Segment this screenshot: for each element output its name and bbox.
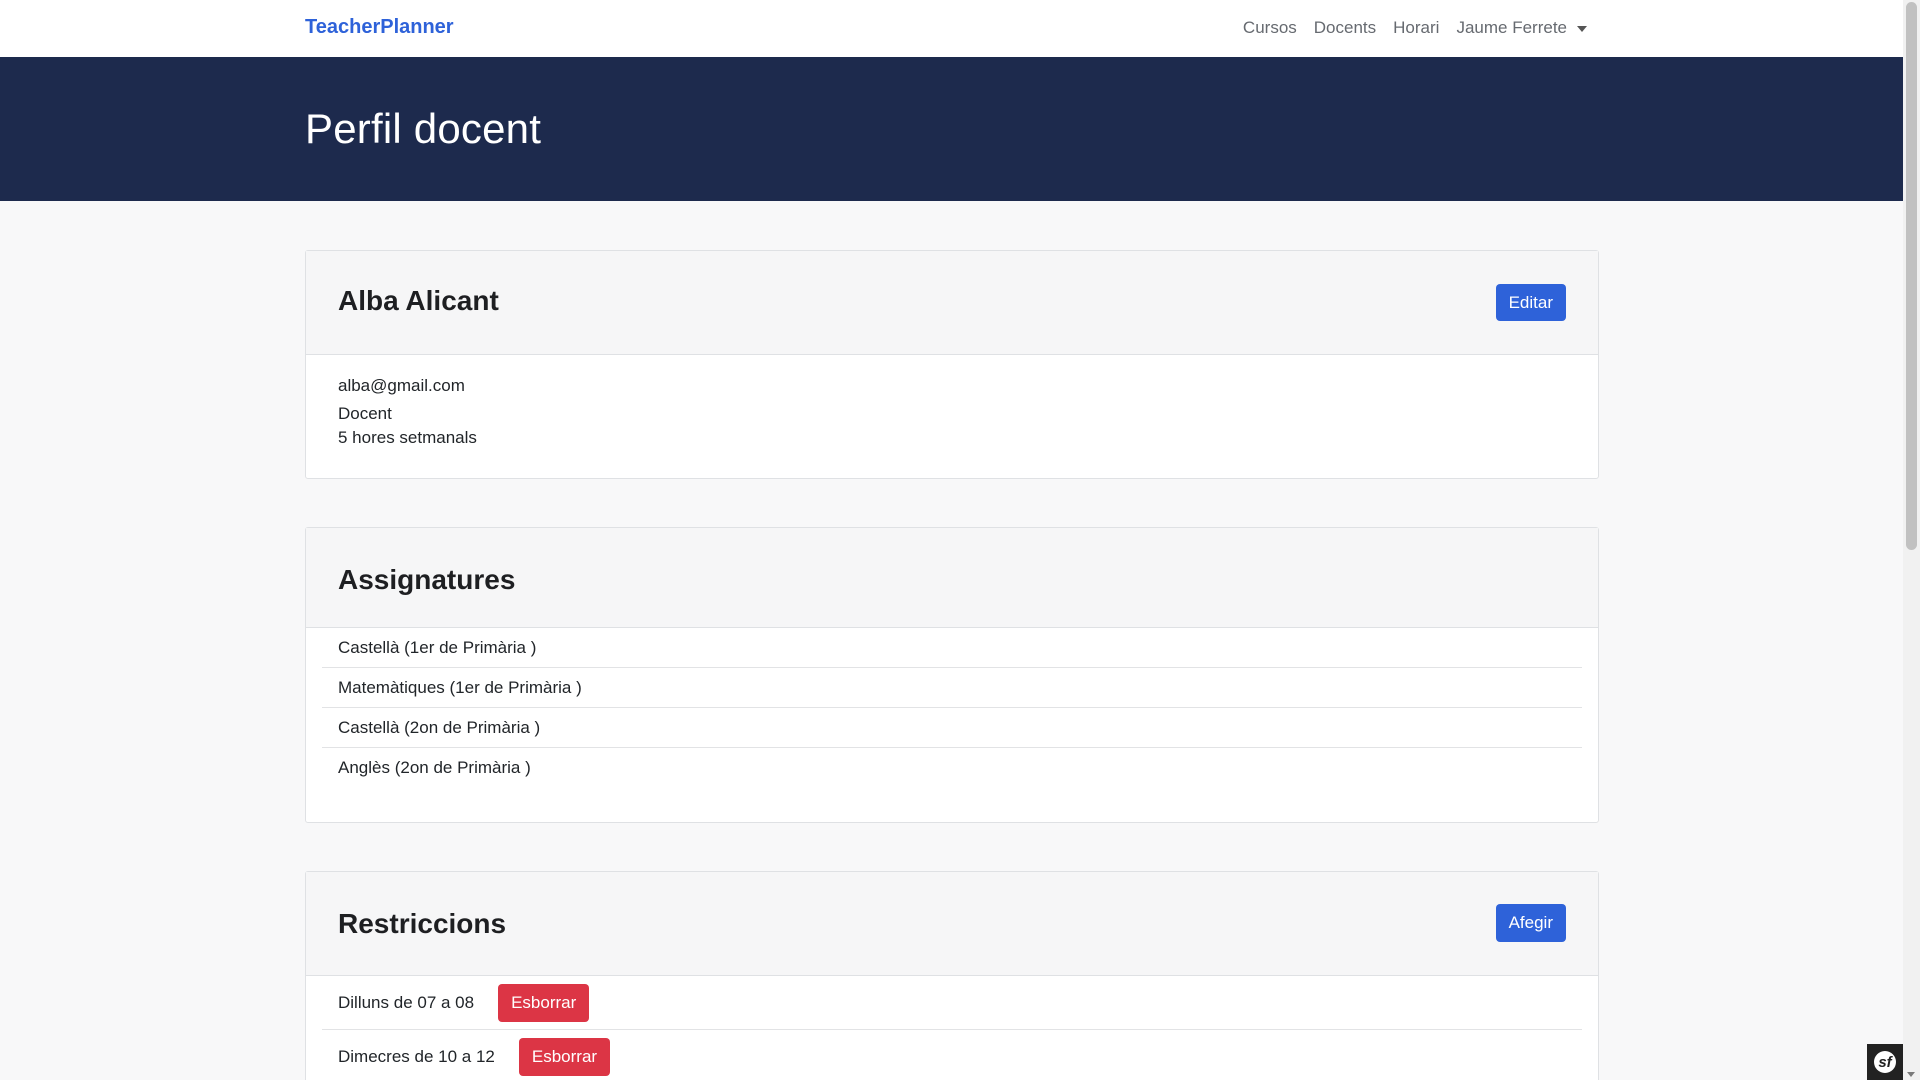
subjects-card: Assignatures Castellà (1er de Primària )… [305, 527, 1599, 823]
brand-logo[interactable]: TeacherPlanner [305, 16, 454, 39]
subjects-card-header: Assignatures [306, 528, 1598, 628]
restriction-item: Dimecres de 10 a 12 Esborrar [322, 1030, 1582, 1080]
profile-card: Alba Alicant Editar alba@gmail.com Docen… [305, 250, 1599, 479]
restriction-text: Dimecres de 10 a 12 [338, 1046, 495, 1066]
edit-button[interactable]: Editar [1495, 284, 1566, 321]
restrictions-list: Dilluns de 07 a 08 Esborrar Dimecres de … [322, 976, 1582, 1080]
restrictions-card-header: Restriccions Afegir [306, 872, 1598, 976]
restriction-item: Dilluns de 07 a 08 Esborrar [322, 976, 1582, 1030]
subject-item: Anglès (2on de Primària ) [338, 758, 531, 777]
teacher-name: Alba Alicant [338, 285, 499, 316]
teacher-email: alba@gmail.com [338, 376, 465, 395]
nav-links: Cursos Docents Horari Jaume Ferrete [1243, 18, 1587, 38]
add-restriction-button[interactable]: Afegir [1495, 904, 1566, 942]
page-title: Perfil docent [305, 105, 542, 152]
subject-item: Matemàtiques (1er de Primària ) [322, 668, 1582, 708]
user-menu-label: Jaume Ferrete [1456, 18, 1567, 37]
nav-link-horari[interactable]: Horari [1393, 18, 1439, 38]
teacher-hours: 5 hores setmanals [338, 428, 477, 447]
restrictions-title: Restriccions [338, 908, 507, 939]
scrollbar-thumb[interactable] [1906, 2, 1917, 550]
restrictions-card: Restriccions Afegir Dilluns de 07 a 08 E… [305, 871, 1599, 1080]
nav-link-docents[interactable]: Docents [1314, 18, 1376, 38]
subject-item: Castellà (1er de Primària ) [322, 628, 1582, 668]
nav-link-cursos[interactable]: Cursos [1243, 18, 1297, 38]
delete-restriction-button[interactable]: Esborrar [518, 1037, 611, 1076]
profile-card-header: Alba Alicant Editar [306, 251, 1598, 355]
user-menu-dropdown[interactable]: Jaume Ferrete [1456, 18, 1587, 38]
debug-toolbar-toggle[interactable]: sf [1867, 1044, 1903, 1080]
page-header: Perfil docent [0, 57, 1903, 201]
scroll-down-arrow-icon[interactable] [1907, 1072, 1915, 1077]
teacher-role: Docent [338, 404, 392, 423]
caret-down-icon [1577, 26, 1587, 32]
vertical-scrollbar[interactable] [1903, 0, 1920, 1080]
navbar: TeacherPlanner Cursos Docents Horari Jau… [0, 0, 1903, 57]
symfony-icon: sf [1874, 1051, 1896, 1073]
page: TeacherPlanner Cursos Docents Horari Jau… [0, 0, 1903, 1080]
subjects-title: Assignatures [338, 564, 516, 595]
restriction-text: Dilluns de 07 a 08 [338, 992, 475, 1012]
delete-restriction-button[interactable]: Esborrar [498, 983, 590, 1022]
subjects-list: Castellà (1er de Primària ) Matemàtiques… [322, 628, 1582, 788]
subject-item: Castellà (2on de Primària ) [322, 708, 1582, 748]
